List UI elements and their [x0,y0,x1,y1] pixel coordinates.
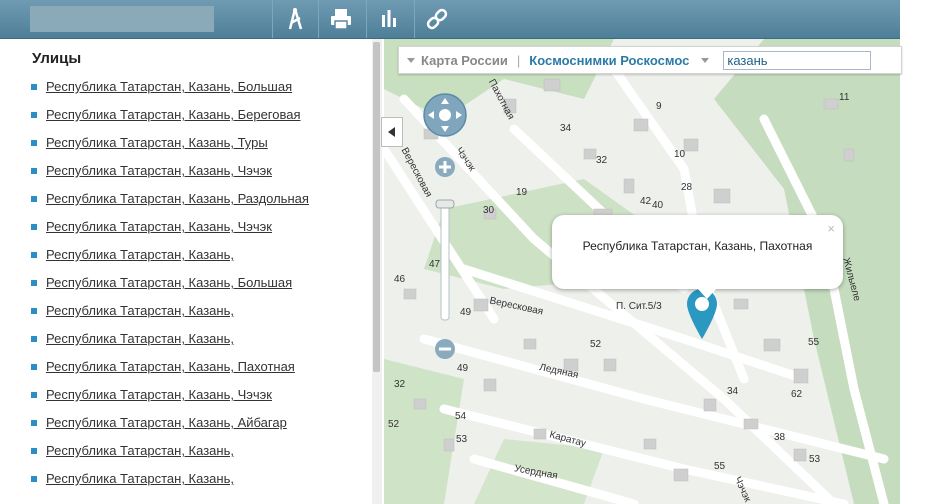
blurred-title [30,6,214,32]
street-link[interactable]: Республика Татарстан, Казань, [46,331,234,346]
street-list-item: Республика Татарстан, Казань, Туры [28,135,309,163]
layer-russia-map[interactable]: Карта России [421,53,508,68]
street-link[interactable]: Республика Татарстан, Казань, [46,247,234,262]
house-number: 38 [774,432,786,443]
pan-control[interactable] [423,93,467,137]
street-list-item: Республика Татарстан, Казань, Большая [28,79,309,107]
street-list-item: Республика Татарстан, Казань, Чэчэк [28,387,309,415]
layer-satellite[interactable]: Космоснимки Роскосмос [529,53,689,68]
house-number: 42 [640,196,652,207]
link-button[interactable] [414,0,459,38]
house-number: 40 [652,200,664,211]
measure-button[interactable] [272,0,317,38]
street-link[interactable]: Республика Татарстан, Казань, Береговая [46,107,301,122]
street-link[interactable]: Республика Татарстан, Казань, Пахотная [46,359,295,374]
street-list-item: Республика Татарстан, Казань, [28,247,309,275]
street-link[interactable]: Республика Татарстан, Казань, Чэчэк [46,219,272,234]
street-list: Республика Татарстан, Казань, Большая Рес… [28,79,309,499]
chevron-left-icon [388,127,395,137]
street-list-item: Республика Татарстан, Казань, Чэчэк [28,163,309,191]
street-list-item: Республика Татарстан, Казань, Айбагар [28,415,309,443]
layer-separator: | [516,52,521,68]
address-popup: Республика Татарстан, Казань, Пахотная × [552,215,843,299]
zoom-slider-handle[interactable] [435,199,455,209]
street-list-item: Республика Татарстан, Казань, [28,331,309,359]
panel-title: Улицы [32,50,82,67]
print-icon [331,9,351,30]
chevron-down-icon[interactable] [407,56,415,64]
street-link[interactable]: Республика Татарстан, Казань, Большая [46,79,292,94]
street-label: П. Сит.5/3 [616,301,662,312]
street-link[interactable]: Республика Татарстан, Казань, Раздольная [46,191,309,206]
measure-icon [288,8,303,30]
search-input[interactable] [723,50,872,70]
house-number: 32 [394,379,406,390]
street-link[interactable]: Республика Татарстан, Казань, [46,471,234,486]
street-link[interactable]: Республика Татарстан, Казань, Чэчэк [46,163,272,178]
street-list-item: Республика Татарстан, Казань, Большая [28,275,309,303]
house-number: 52 [590,339,602,350]
street-link[interactable]: Республика Татарстан, Казань, Туры [46,135,268,150]
street-link[interactable]: Республика Татарстан, Казань, Айбагар [46,415,287,430]
house-number: 46 [394,274,406,285]
streets-panel: Улицы Республика Татарстан, Казань, Боль… [0,39,384,504]
street-link[interactable]: Республика Татарстан, Казань, Чэчэк [46,387,272,402]
house-number: 10 [674,149,686,160]
top-toolbar [0,0,900,39]
house-number: 49 [457,363,469,374]
zoom-in-button[interactable] [435,157,455,177]
house-number: 47 [429,259,441,270]
house-number: 28 [681,182,693,193]
house-number: 53 [809,454,821,465]
street-list-item: Республика Татарстан, Казань, Береговая [28,107,309,135]
street-list-item: Республика Татарстан, Казань, Раздольная [28,191,309,219]
print-button[interactable] [318,0,363,38]
street-list-item: Республика Татарстан, Казань, [28,303,309,331]
house-number: 30 [483,205,495,216]
street-list-item: Республика Татарстан, Казань, Пахотная [28,359,309,387]
house-number: 32 [596,155,608,166]
statistics-button[interactable] [366,0,411,38]
house-number: 9 [656,101,662,112]
zoom-slider[interactable] [440,199,450,321]
house-number: 34 [727,386,739,397]
chevron-down-icon[interactable] [701,56,710,64]
house-number: 19 [516,187,528,198]
link-icon [426,8,448,30]
statistics-icon [382,10,396,27]
house-number: 55 [714,461,726,472]
street-link[interactable]: Республика Татарстан, Казань, [46,443,234,458]
zoom-control [423,93,467,359]
house-number: 52 [388,419,400,430]
close-icon[interactable]: × [827,221,835,236]
popup-tail [698,289,716,299]
street-list-item: Республика Татарстан, Казань, [28,443,309,471]
house-number: 54 [455,411,467,422]
house-number: 55 [808,337,820,348]
layer-switcher: Карта России | Космоснимки Роскосмос [398,46,902,74]
collapse-panel-button[interactable] [381,117,403,147]
house-number: 11 [839,92,850,103]
popup-address: Республика Татарстан, Казань, Пахотная [582,239,813,253]
house-number: 34 [560,123,572,134]
house-number: 53 [456,434,468,445]
scrollbar-thumb[interactable] [373,42,380,372]
zoom-out-button[interactable] [435,339,455,359]
house-number: 62 [791,389,803,400]
street-link[interactable]: Республика Татарстан, Казань, Большая [46,275,292,290]
house-number: 49 [460,307,472,318]
street-list-item: Республика Татарстан, Казань, Чэчэк [28,219,309,247]
street-list-item: Республика Татарстан, Казань, [28,471,309,499]
street-link[interactable]: Республика Татарстан, Казань, [46,303,234,318]
